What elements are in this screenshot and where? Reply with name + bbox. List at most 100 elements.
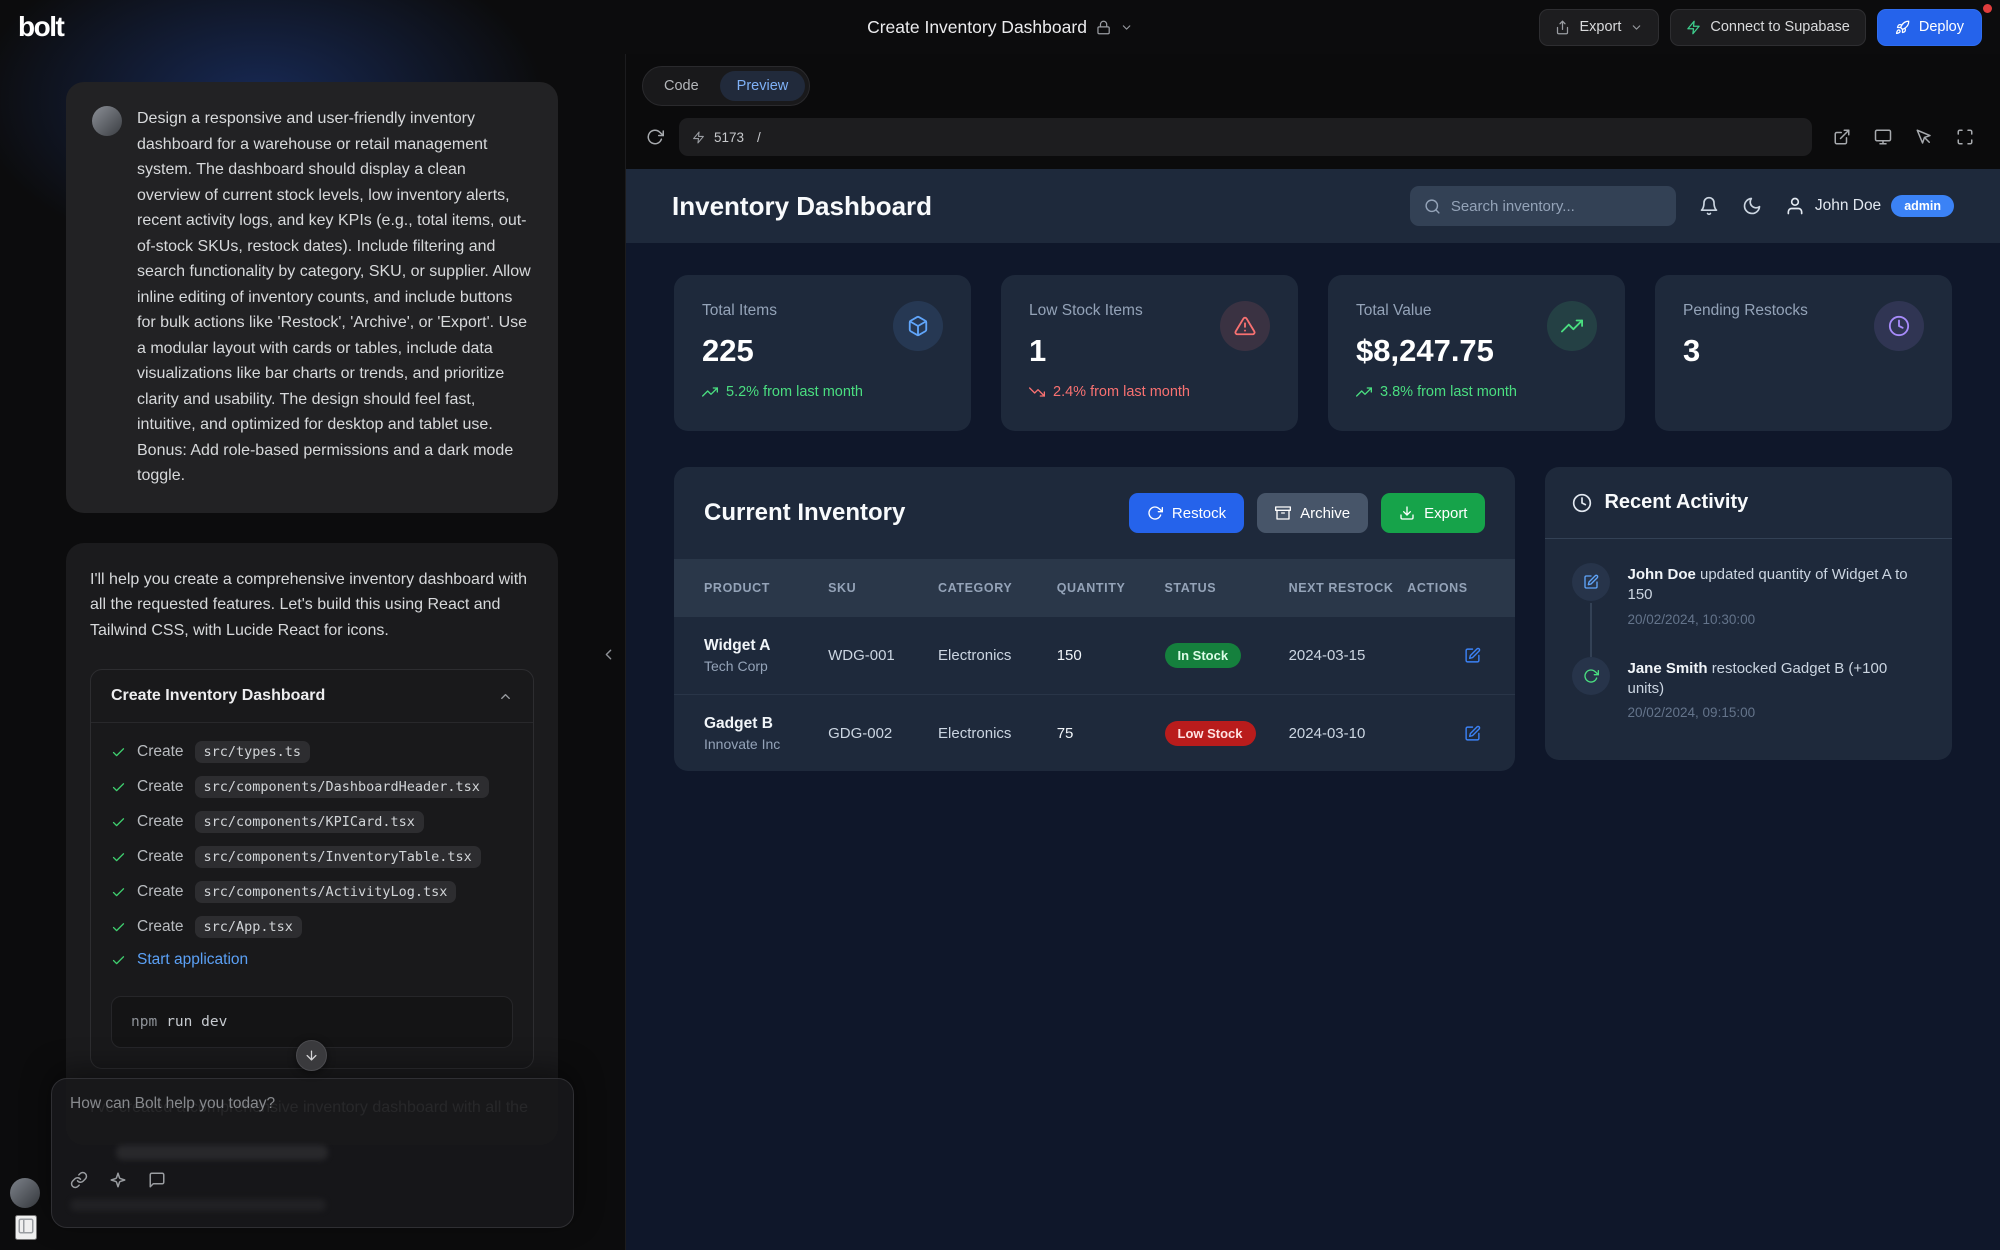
restock-button[interactable]: Restock [1129, 493, 1244, 533]
artifact-step: Create src/components/DashboardHeader.ts… [111, 776, 513, 798]
notifications-button[interactable] [1699, 196, 1719, 216]
bolt-logo[interactable]: bolt [18, 11, 63, 43]
chevron-down-icon [1630, 21, 1643, 34]
sku-cell: GDG-002 [828, 725, 928, 742]
category-cell: Electronics [938, 647, 1047, 664]
main-layout: Design a responsive and user-friendly in… [0, 54, 2000, 1250]
trend-down-icon [1029, 384, 1045, 400]
step-action: Create [137, 778, 184, 796]
url-input[interactable]: 5173 / [679, 118, 1812, 156]
collapse-chat-handle[interactable] [600, 646, 617, 666]
export-button-label: Export [1579, 19, 1621, 35]
scroll-to-bottom-button[interactable] [296, 1040, 327, 1071]
step-file-chip[interactable]: src/components/KPICard.tsx [195, 811, 424, 833]
device-preview-icon[interactable] [1874, 128, 1892, 146]
trend-up-icon [702, 384, 718, 400]
kpi-trend-text: 5.2% from last month [726, 384, 863, 400]
kpi-trend-text: 3.8% from last month [1380, 384, 1517, 400]
kpi-icon-wrap [1220, 301, 1270, 351]
open-in-new-tab-icon[interactable] [1833, 128, 1851, 146]
step-file-chip[interactable]: src/components/InventoryTable.tsx [195, 846, 481, 868]
supabase-icon [1686, 20, 1701, 35]
fullscreen-icon[interactable] [1956, 128, 1974, 146]
rocket-icon [1895, 20, 1910, 35]
alert-triangle-icon [1234, 315, 1256, 337]
start-application-link[interactable]: Start application [137, 951, 248, 969]
step-file-chip[interactable]: src/components/ActivityLog.tsx [195, 881, 457, 903]
tab-code[interactable]: Code [647, 71, 716, 101]
account-avatar[interactable] [10, 1178, 40, 1208]
arrow-down-icon [304, 1048, 319, 1063]
sku-cell: WDG-001 [828, 647, 928, 664]
enhance-prompt-icon[interactable] [109, 1171, 127, 1189]
artifact-header[interactable]: Create Inventory Dashboard [91, 670, 533, 723]
dark-mode-toggle[interactable] [1742, 196, 1762, 216]
edit-row-button[interactable] [1464, 647, 1481, 664]
app-header-actions: John Doe admin [1410, 186, 1954, 226]
column-product: PRODUCT [704, 569, 818, 608]
category-cell: Electronics [938, 725, 1047, 742]
artifact-title: Create Inventory Dashboard [111, 687, 325, 705]
app-header: Inventory Dashboard John Doe [626, 169, 2000, 243]
edit-row-button[interactable] [1464, 725, 1481, 742]
user-message: Design a responsive and user-friendly in… [66, 82, 558, 513]
activity-user: John Doe [1627, 566, 1695, 583]
chevron-up-icon[interactable] [498, 689, 513, 704]
reload-preview-button[interactable] [646, 128, 664, 146]
attach-link-icon[interactable] [70, 1171, 88, 1189]
next-restock-cell: 2024-03-15 [1289, 647, 1398, 664]
edit-icon [1583, 574, 1599, 590]
check-icon [111, 850, 126, 865]
step-action: Create [137, 813, 184, 831]
chat-input[interactable] [70, 1095, 555, 1143]
clock-icon [1572, 493, 1592, 513]
archive-label: Archive [1300, 505, 1350, 522]
step-file-chip[interactable]: src/types.ts [195, 741, 311, 763]
step-action: Create [137, 883, 184, 901]
sidebar-toggle-button[interactable] [15, 1215, 37, 1240]
chat-mode-icon[interactable] [148, 1171, 166, 1189]
activity-item: John Doe updated quantity of Widget A to… [1572, 563, 1925, 657]
export-inventory-button[interactable]: Export [1381, 493, 1485, 533]
chevron-down-icon [1120, 21, 1133, 34]
project-title-menu[interactable]: Create Inventory Dashboard [867, 17, 1133, 38]
export-button[interactable]: Export [1539, 9, 1659, 46]
activity-text: John Doe updated quantity of Widget A to… [1627, 563, 1925, 606]
artifact-steps: Create src/types.ts Create src/component… [91, 723, 533, 988]
tab-preview[interactable]: Preview [720, 71, 806, 101]
archive-button[interactable]: Archive [1257, 493, 1368, 533]
column-next-restock: NEXT RESTOCK [1289, 569, 1398, 608]
user-name: John Doe [1815, 197, 1881, 215]
quantity-cell: 75 [1057, 725, 1155, 742]
column-category: CATEGORY [938, 569, 1047, 608]
user-message-text: Design a responsive and user-friendly in… [137, 106, 532, 489]
download-icon [1399, 505, 1415, 521]
activity-item: Jane Smith restocked Gadget B (+100 unit… [1572, 657, 1925, 751]
edit-icon [1464, 647, 1481, 664]
user-menu[interactable]: John Doe admin [1785, 195, 1954, 217]
column-sku: SKU [828, 569, 928, 608]
table-row: Gadget B Innovate Inc GDG-002 Electronic… [674, 694, 1515, 771]
connect-supabase-button[interactable]: Connect to Supabase [1670, 9, 1865, 46]
check-icon [111, 815, 126, 830]
deploy-button[interactable]: Deploy [1877, 9, 1982, 46]
artifact-step: Create src/types.ts [111, 741, 513, 763]
quantity-cell: 150 [1057, 647, 1155, 664]
step-file-chip[interactable]: src/components/DashboardHeader.tsx [195, 776, 489, 798]
check-icon [111, 885, 126, 900]
archive-icon [1275, 505, 1291, 521]
step-file-chip[interactable]: src/App.tsx [195, 916, 302, 938]
status-badge: In Stock [1165, 643, 1242, 668]
kpi-card-pending-restocks: Pending Restocks 3 [1655, 275, 1952, 431]
inspector-icon[interactable] [1915, 128, 1933, 146]
search-icon [1424, 198, 1441, 215]
topbar-actions: Export Connect to Supabase Deploy [1539, 9, 1982, 46]
step-action: Create [137, 743, 184, 761]
product-name: Gadget B [704, 715, 818, 733]
column-quantity: QUANTITY [1057, 569, 1155, 608]
url-path: / [757, 130, 761, 145]
trending-up-icon [1561, 315, 1583, 337]
search-input[interactable] [1451, 198, 1662, 215]
app-preview: Inventory Dashboard John Doe [626, 169, 2000, 1250]
inventory-table-card: Current Inventory Restock Archive [674, 467, 1515, 771]
